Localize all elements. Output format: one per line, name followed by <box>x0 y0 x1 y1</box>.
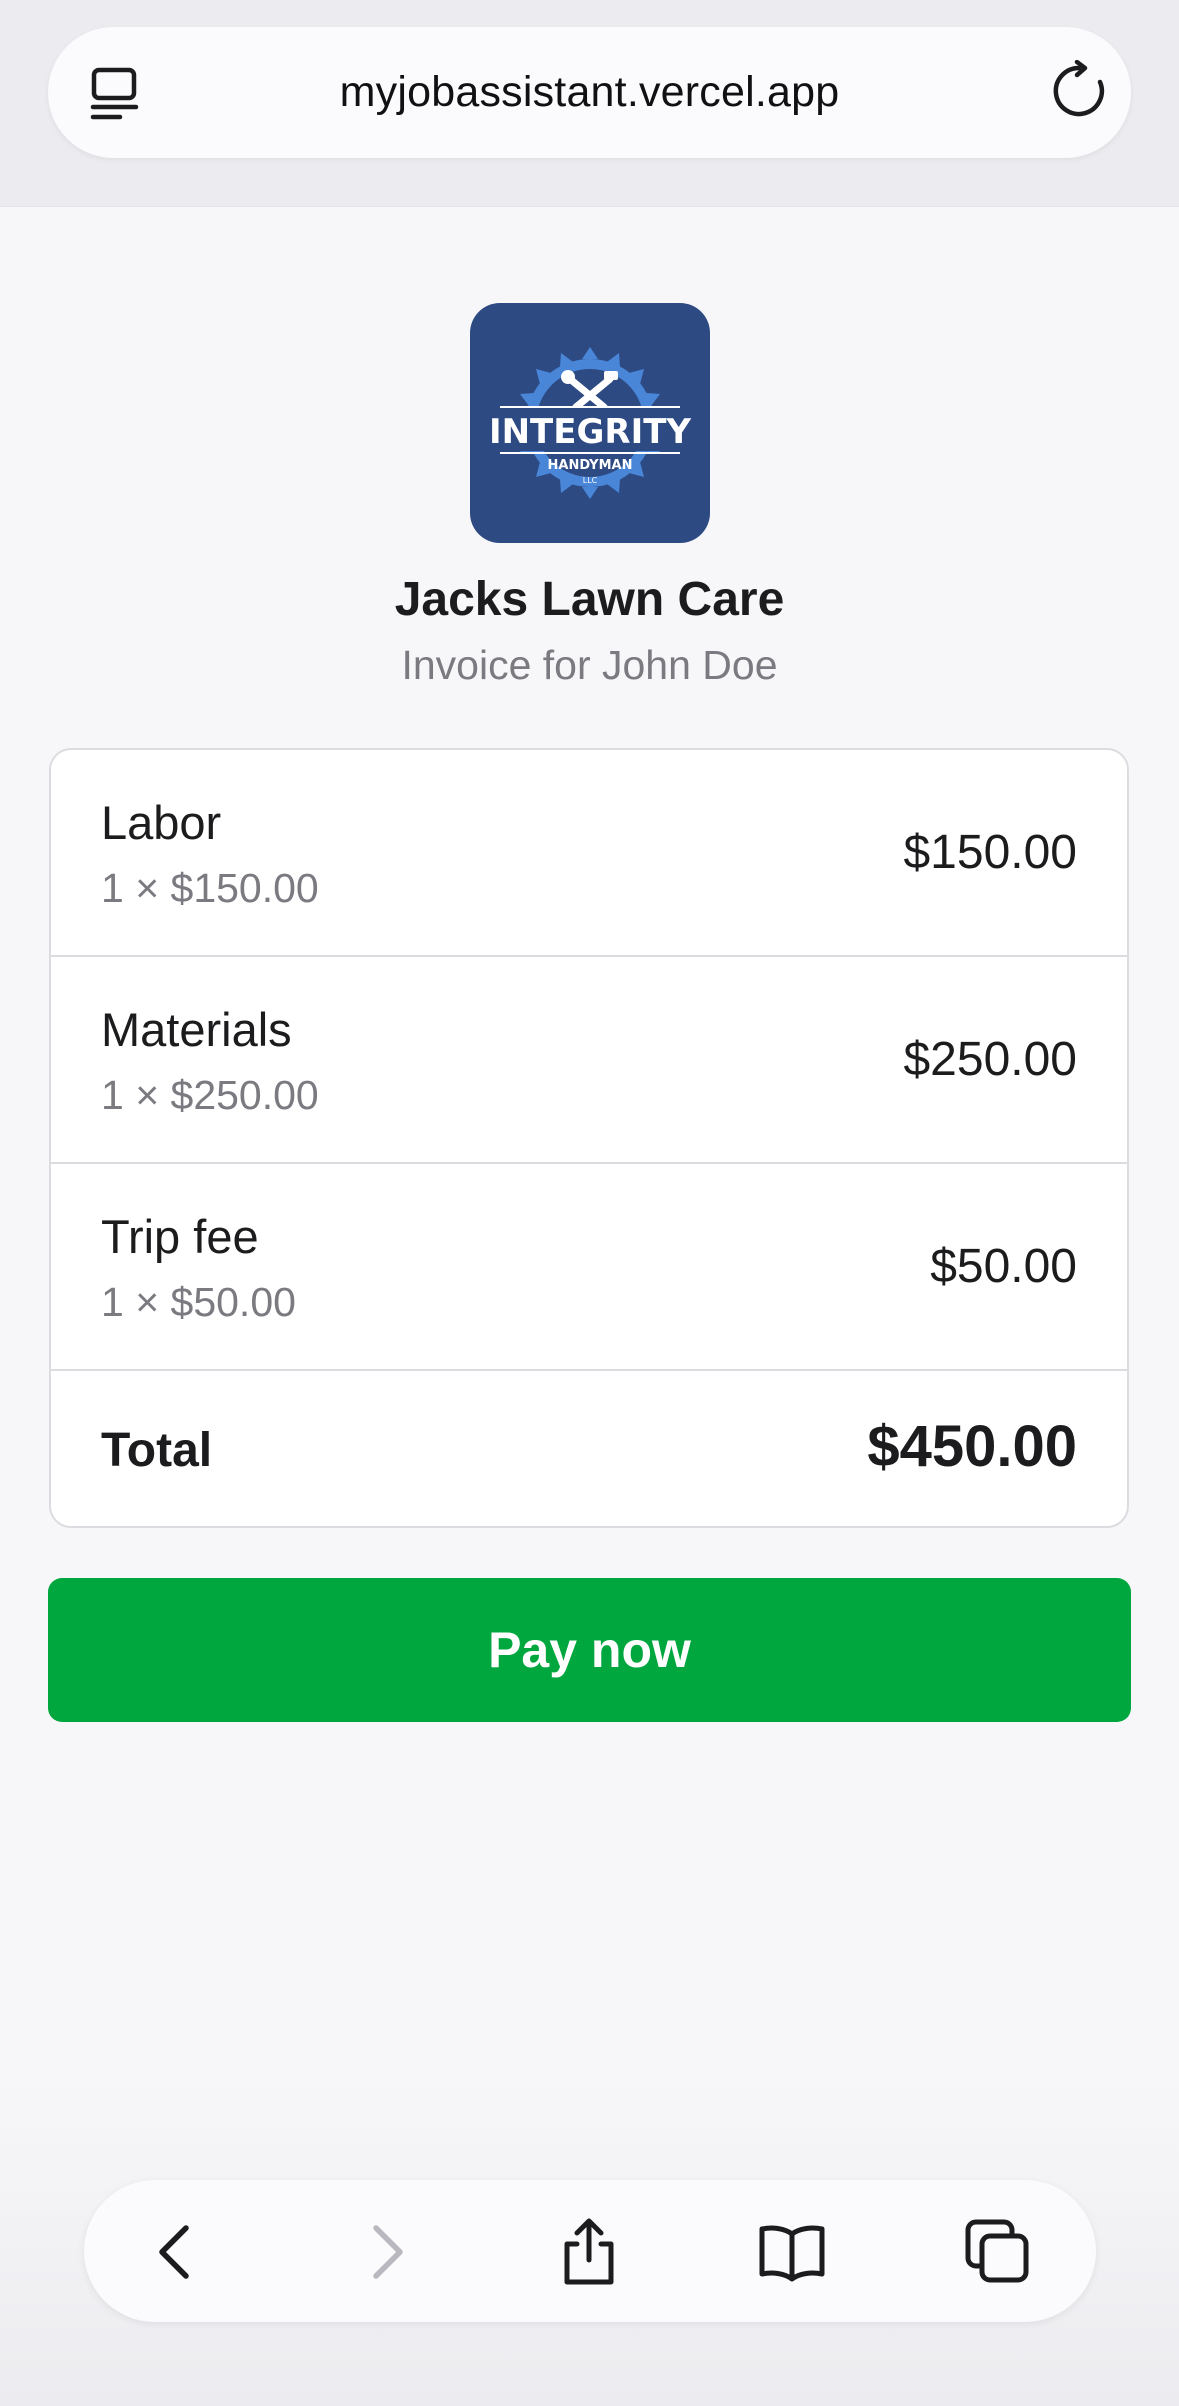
tabs-icon[interactable] <box>962 2216 1034 2288</box>
business-name: Jacks Lawn Care <box>394 573 785 626</box>
total-amount: $450.00 <box>867 1414 1077 1479</box>
page-settings-icon[interactable] <box>88 66 144 122</box>
pay-now-button[interactable]: Pay now <box>48 1578 1131 1722</box>
total-row: Total $450.00 <box>51 1371 1127 1526</box>
address-bar[interactable]: myjobassistant.vercel.app <box>48 27 1131 158</box>
line-item-amount: $50.00 <box>930 1240 1077 1293</box>
line-item: Materials 1 × $250.00 $250.00 <box>51 957 1127 1164</box>
bookmarks-icon[interactable] <box>756 2216 828 2288</box>
url-text[interactable]: myjobassistant.vercel.app <box>48 27 1131 158</box>
share-icon[interactable] <box>553 2216 625 2288</box>
logo-subline: HANDYMAN <box>548 458 633 473</box>
forward-icon[interactable] <box>350 2216 422 2288</box>
invoice-recipient: Invoice for John Doe <box>401 642 778 688</box>
line-item-name: Trip fee <box>101 1210 259 1263</box>
invoice-card: Labor 1 × $150.00 $150.00 Materials 1 × … <box>49 748 1129 1528</box>
line-item-name: Labor <box>101 796 222 849</box>
line-item-detail: 1 × $250.00 <box>101 1072 319 1118</box>
reload-icon[interactable] <box>1048 59 1110 122</box>
total-label: Total <box>101 1424 213 1477</box>
logo-wordmark: INTEGRITY <box>489 412 691 452</box>
logo-suffix: LLC <box>583 476 598 485</box>
business-logo: INTEGRITY HANDYMAN LLC <box>470 303 710 543</box>
line-item-detail: 1 × $150.00 <box>101 865 319 911</box>
line-item-amount: $250.00 <box>903 1033 1077 1086</box>
line-item-detail: 1 × $50.00 <box>101 1279 296 1325</box>
line-item: Trip fee 1 × $50.00 $50.00 <box>51 1164 1127 1371</box>
line-item-amount: $150.00 <box>903 826 1077 879</box>
line-item: Labor 1 × $150.00 $150.00 <box>51 750 1127 957</box>
line-item-name: Materials <box>101 1003 292 1056</box>
back-icon[interactable] <box>140 2216 212 2288</box>
